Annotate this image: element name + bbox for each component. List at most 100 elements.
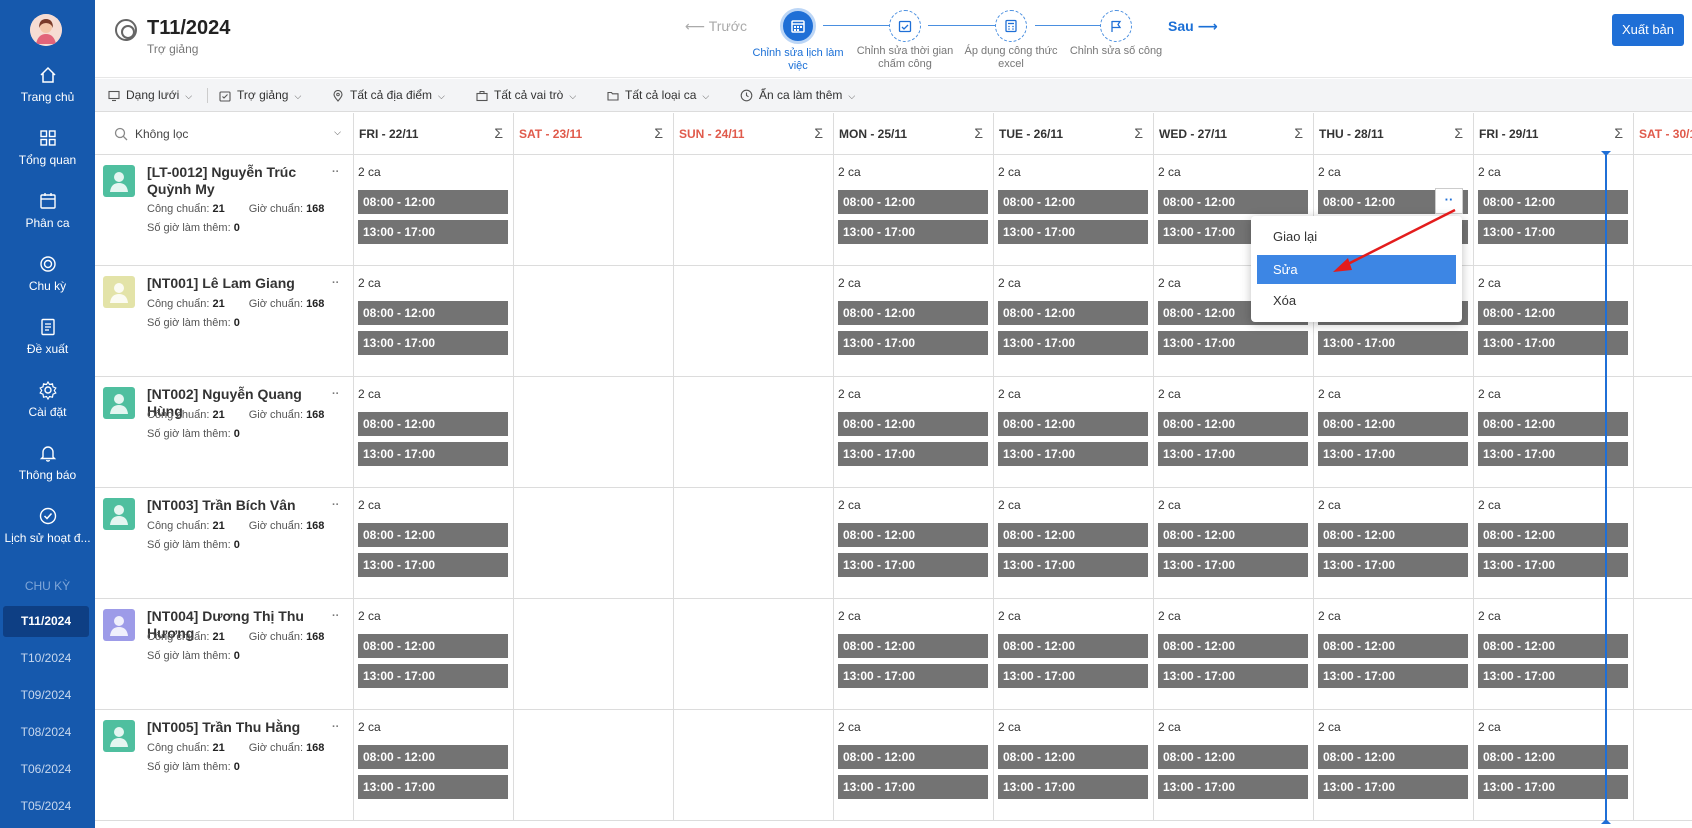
search-input[interactable]: Không lọc bbox=[135, 127, 188, 141]
sidebar-item-3[interactable]: Chu kỳ bbox=[0, 254, 95, 293]
shift-block[interactable]: 08:00 - 12:00 bbox=[1318, 634, 1468, 658]
day-cell[interactable]: 2 ca08:00 - 12:0013:00 - 17:00 bbox=[1154, 710, 1314, 821]
day-cell[interactable]: 2 ca08:00 - 12:0013:00 - 17:00 bbox=[994, 710, 1154, 821]
shift-block[interactable]: 08:00 - 12:00 bbox=[838, 301, 988, 325]
day-cell[interactable]: 2 ca08:00 - 12:0013:00 - 17:00 bbox=[354, 377, 514, 488]
more-options-icon[interactable]: ·· bbox=[332, 166, 339, 178]
step-edit-timekeeping[interactable]: Chỉnh sửa thời gian chấm công bbox=[855, 10, 955, 71]
day-cell[interactable] bbox=[1634, 266, 1692, 377]
day-cell[interactable]: 2 ca08:00 - 12:0013:00 - 17:00 bbox=[834, 266, 994, 377]
cycle-item[interactable]: T05/2024 bbox=[3, 791, 89, 822]
day-cell[interactable]: 2 ca08:00 - 12:0013:00 - 17:00 bbox=[834, 599, 994, 710]
sum-icon[interactable]: Σ bbox=[494, 125, 503, 141]
location-dropdown[interactable]: Tất cả địa điểm ⌵ bbox=[332, 79, 445, 112]
step-apply-excel[interactable]: Áp dụng công thức excel bbox=[961, 10, 1061, 71]
shift-block[interactable]: 08:00 - 12:00 bbox=[1158, 745, 1308, 769]
shift-block[interactable]: 08:00 - 12:00 bbox=[838, 745, 988, 769]
shift-block[interactable]: 13:00 - 17:00 bbox=[1318, 664, 1468, 688]
shift-block[interactable]: 08:00 - 12:00 bbox=[1158, 412, 1308, 436]
day-cell[interactable]: 2 ca08:00 - 12:0013:00 - 17:00 bbox=[1474, 155, 1634, 266]
day-cell[interactable]: 2 ca08:00 - 12:0013:00 - 17:00 bbox=[1474, 599, 1634, 710]
role-group-dropdown[interactable]: Trợ giảng ⌵ bbox=[219, 79, 301, 112]
shift-type-dropdown[interactable]: Tất cả loại ca ⌵ bbox=[607, 79, 709, 112]
shift-block[interactable]: 08:00 - 12:00 bbox=[1158, 634, 1308, 658]
shift-block[interactable]: 13:00 - 17:00 bbox=[358, 331, 508, 355]
day-cell[interactable] bbox=[1634, 488, 1692, 599]
shift-block[interactable]: 13:00 - 17:00 bbox=[1318, 331, 1468, 355]
shift-block[interactable]: 13:00 - 17:00 bbox=[358, 775, 508, 799]
sum-icon[interactable]: Σ bbox=[654, 125, 663, 141]
shift-block[interactable]: 08:00 - 12:00 bbox=[358, 745, 508, 769]
sidebar-item-0[interactable]: Trang chủ bbox=[0, 65, 95, 104]
shift-block[interactable]: 08:00 - 12:00 bbox=[1158, 190, 1308, 214]
shift-block[interactable]: 13:00 - 17:00 bbox=[358, 442, 508, 466]
publish-button[interactable]: Xuất bản bbox=[1612, 14, 1684, 46]
shift-block[interactable]: 08:00 - 12:00 bbox=[998, 412, 1148, 436]
shift-block[interactable]: 13:00 - 17:00 bbox=[998, 220, 1148, 244]
day-cell[interactable]: 2 ca08:00 - 12:0013:00 - 17:00 bbox=[1154, 488, 1314, 599]
more-options-icon[interactable]: ·· bbox=[332, 721, 339, 733]
shift-block[interactable]: 13:00 - 17:00 bbox=[1158, 331, 1308, 355]
employee-name[interactable]: [LT-0012] Nguyễn Trúc Quỳnh My bbox=[147, 164, 337, 198]
sum-icon[interactable]: Σ bbox=[814, 125, 823, 141]
cycle-item[interactable]: T09/2024 bbox=[3, 680, 89, 711]
day-cell[interactable]: 2 ca08:00 - 12:0013:00 - 17:00 bbox=[354, 155, 514, 266]
step-edit-workdays[interactable]: Chỉnh sửa số công bbox=[1066, 10, 1166, 58]
sidebar-item-6[interactable]: Thông báo bbox=[0, 443, 95, 482]
shift-block[interactable]: 08:00 - 12:00 bbox=[998, 745, 1148, 769]
day-cell[interactable]: 2 ca08:00 - 12:0013:00 - 17:00 bbox=[834, 710, 994, 821]
day-cell[interactable] bbox=[1634, 710, 1692, 821]
shift-block[interactable]: 13:00 - 17:00 bbox=[1158, 553, 1308, 577]
day-cell[interactable]: 2 ca08:00 - 12:0013:00 - 17:00 bbox=[1314, 710, 1474, 821]
day-cell[interactable]: 2 ca08:00 - 12:0013:00 - 17:00 bbox=[1314, 488, 1474, 599]
prev-step-link[interactable]: ⟵ Trước bbox=[685, 18, 747, 35]
sidebar-item-5[interactable]: Cài đặt bbox=[0, 380, 95, 419]
day-cell[interactable] bbox=[514, 266, 674, 377]
day-cell[interactable]: 2 ca08:00 - 12:0013:00 - 17:00 bbox=[834, 488, 994, 599]
shift-block[interactable]: 08:00 - 12:00 bbox=[1318, 745, 1468, 769]
day-cell[interactable]: 2 ca08:00 - 12:0013:00 - 17:00 bbox=[1314, 377, 1474, 488]
day-cell[interactable]: 2 ca08:00 - 12:0013:00 - 17:00 bbox=[994, 266, 1154, 377]
shift-block[interactable]: 08:00 - 12:00 bbox=[358, 523, 508, 547]
day-cell[interactable]: 2 ca08:00 - 12:0013:00 - 17:00 bbox=[1474, 488, 1634, 599]
day-cell[interactable] bbox=[514, 710, 674, 821]
employee-name[interactable]: [NT005] Trần Thu Hằng bbox=[147, 719, 337, 736]
day-cell[interactable] bbox=[674, 155, 834, 266]
cycle-item[interactable]: T06/2024 bbox=[3, 754, 89, 785]
shift-block[interactable]: 08:00 - 12:00 bbox=[358, 634, 508, 658]
day-cell[interactable]: 2 ca08:00 - 12:0013:00 - 17:00 bbox=[1314, 599, 1474, 710]
day-cell[interactable]: 2 ca08:00 - 12:0013:00 - 17:00 bbox=[994, 155, 1154, 266]
shift-block[interactable]: 13:00 - 17:00 bbox=[1158, 442, 1308, 466]
shift-block[interactable]: 08:00 - 12:00 bbox=[1318, 523, 1468, 547]
day-cell[interactable] bbox=[674, 488, 834, 599]
day-cell[interactable] bbox=[674, 710, 834, 821]
shift-block[interactable]: 13:00 - 17:00 bbox=[358, 664, 508, 688]
shift-block[interactable]: 13:00 - 17:00 bbox=[358, 220, 508, 244]
cycle-item[interactable]: T10/2024 bbox=[3, 643, 89, 674]
shift-block[interactable]: 13:00 - 17:00 bbox=[838, 553, 988, 577]
shift-block[interactable]: 13:00 - 17:00 bbox=[998, 442, 1148, 466]
cycle-item[interactable]: T11/2024 bbox=[3, 606, 89, 637]
next-step-link[interactable]: Sau ⟶ bbox=[1168, 18, 1218, 35]
shift-block[interactable]: 08:00 - 12:00 bbox=[358, 412, 508, 436]
shift-block[interactable]: 13:00 - 17:00 bbox=[998, 775, 1148, 799]
sidebar-item-4[interactable]: Đề xuất bbox=[0, 317, 95, 356]
day-cell[interactable] bbox=[674, 599, 834, 710]
more-options-icon[interactable]: ·· bbox=[332, 388, 339, 400]
employee-name[interactable]: [NT001] Lê Lam Giang bbox=[147, 275, 337, 292]
sum-icon[interactable]: Σ bbox=[974, 125, 983, 141]
day-cell[interactable]: 2 ca08:00 - 12:0013:00 - 17:00 bbox=[1154, 377, 1314, 488]
shift-block[interactable]: 13:00 - 17:00 bbox=[358, 553, 508, 577]
day-cell[interactable]: 2 ca08:00 - 12:0013:00 - 17:00 bbox=[1474, 377, 1634, 488]
shift-block[interactable]: 08:00 - 12:00 bbox=[838, 190, 988, 214]
sidebar-item-1[interactable]: Tổng quan bbox=[0, 128, 95, 167]
shift-block[interactable]: 08:00 - 12:00 bbox=[838, 634, 988, 658]
shift-block[interactable]: 13:00 - 17:00 bbox=[1158, 664, 1308, 688]
shift-block[interactable]: 08:00 - 12:00 bbox=[838, 412, 988, 436]
shift-block[interactable]: 08:00 - 12:00 bbox=[998, 301, 1148, 325]
shift-block[interactable]: 13:00 - 17:00 bbox=[838, 442, 988, 466]
shift-block[interactable]: 13:00 - 17:00 bbox=[838, 775, 988, 799]
employee-name[interactable]: [NT003] Trần Bích Vân bbox=[147, 497, 337, 514]
sum-icon[interactable]: Σ bbox=[1134, 125, 1143, 141]
shift-block[interactable]: 13:00 - 17:00 bbox=[1318, 442, 1468, 466]
